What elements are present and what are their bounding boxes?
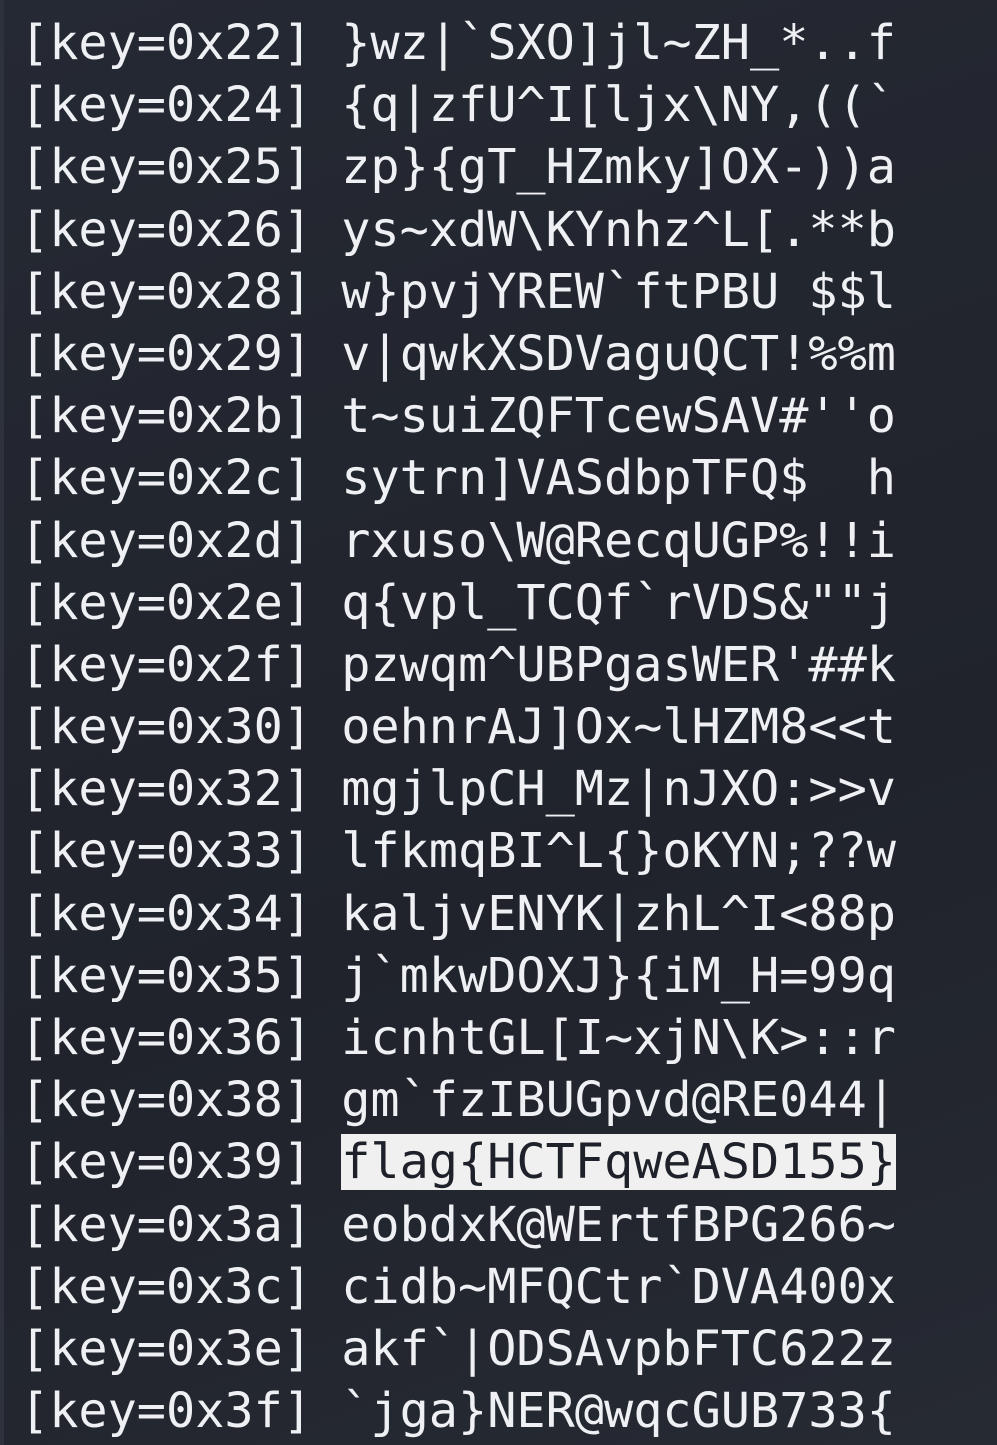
output-line: [key=0x22] }wz|`SXO]jl~ZH_*..f bbox=[20, 12, 896, 74]
decoded-value: eobdxK@WErtfBPG266~ bbox=[341, 1196, 896, 1253]
key-label: [key=0x2d] bbox=[20, 512, 312, 569]
key-label: [key=0x24] bbox=[20, 77, 312, 134]
key-label: [key=0x33] bbox=[20, 823, 312, 880]
decoded-value: v|qwkXSDVaguQCT!%%m bbox=[341, 325, 896, 382]
output-line: [key=0x28] w}pvjYREW`ftPBU $$l bbox=[20, 261, 896, 323]
key-label: [key=0x2c] bbox=[20, 450, 312, 507]
decoded-value: {q|zfU^I[ljx\NY,((` bbox=[341, 77, 896, 134]
output-line: [key=0x25] zp}{gT_HZmky]OX-))a bbox=[20, 136, 896, 198]
key-label: [key=0x30] bbox=[20, 699, 312, 756]
terminal-output: [key=0x22] }wz|`SXO]jl~ZH_*..f [key=0x24]… bbox=[20, 12, 896, 1442]
output-line: [key=0x3c] cidb~MFQCtr`DVA400x bbox=[20, 1256, 896, 1318]
decoded-value: kaljvENYK|zhL^I<88p bbox=[341, 885, 896, 942]
output-line: [key=0x29] v|qwkXSDVaguQCT!%%m bbox=[20, 323, 896, 385]
key-label: [key=0x2f] bbox=[20, 636, 312, 693]
decoded-value: j`mkwDOXJ}{iM_H=99q bbox=[341, 947, 896, 1004]
key-label: [key=0x22] bbox=[20, 15, 312, 71]
key-label: [key=0x28] bbox=[20, 263, 312, 320]
key-label: [key=0x3f] bbox=[20, 1383, 312, 1440]
key-label: [key=0x32] bbox=[20, 761, 312, 818]
output-line: [key=0x26] ys~xdW\KYnhz^L[.**b bbox=[20, 199, 896, 261]
key-label: [key=0x3c] bbox=[20, 1258, 312, 1315]
key-label: [key=0x34] bbox=[20, 885, 312, 942]
output-line: [key=0x2d] rxuso\W@RecqUGP%!!i bbox=[20, 510, 896, 572]
key-label: [key=0x25] bbox=[20, 139, 312, 196]
decoded-value: }wz|`SXO]jl~ZH_*..f bbox=[341, 15, 896, 71]
key-label: [key=0x26] bbox=[20, 201, 312, 258]
decoded-value: icnhtGL[I~xjN\K>::r bbox=[341, 1010, 896, 1066]
decoded-value: zp}{gT_HZmky]OX-))a bbox=[341, 139, 896, 196]
decoded-value: w}pvjYREW`ftPBU $$l bbox=[341, 263, 896, 320]
output-line: [key=0x35] j`mkwDOXJ}{iM_H=99q bbox=[20, 945, 896, 1007]
decoded-value: lfkmqBI^L{}oKYN;??w bbox=[341, 823, 896, 880]
decoded-value: rxuso\W@RecqUGP%!!i bbox=[341, 512, 896, 569]
key-label: [key=0x3e] bbox=[20, 1320, 312, 1377]
output-line: [key=0x2e] q{vpl_TCQf`rVDS&""j bbox=[20, 572, 896, 634]
decoded-value: t~suiZQFTcewSAV#''o bbox=[341, 388, 896, 445]
output-line: [key=0x30] oehnrAJ]Ox~lHZM8<<t bbox=[20, 696, 896, 758]
decoded-value: ys~xdW\KYnhz^L[.**b bbox=[341, 201, 896, 258]
decoded-value: q{vpl_TCQf`rVDS&""j bbox=[341, 574, 896, 631]
output-line: [key=0x36] icnhtGL[I~xjN\K>::r bbox=[20, 1007, 896, 1069]
key-label: [key=0x29] bbox=[20, 325, 312, 382]
decoded-value: gm`fzIBUGpvd@RE044| bbox=[341, 1072, 896, 1129]
output-line: [key=0x2f] pzwqm^UBPgasWER'##k bbox=[20, 634, 896, 696]
decoded-value: `jga}NER@wqcGUB733{ bbox=[341, 1383, 896, 1440]
key-label: [key=0x3a] bbox=[20, 1196, 312, 1253]
output-line: [key=0x39] flag{HCTFqweASD155} bbox=[20, 1131, 896, 1193]
output-line: [key=0x34] kaljvENYK|zhL^I<88p bbox=[20, 883, 896, 945]
key-label: [key=0x35] bbox=[20, 947, 312, 1004]
output-line: [key=0x32] mgjlpCH_Mz|nJXO:>>v bbox=[20, 758, 896, 820]
output-line: [key=0x3e] akf`|ODSAvpbFTC622z bbox=[20, 1318, 896, 1380]
decoded-value: sytrn]VASdbpTFQ$ h bbox=[341, 450, 896, 507]
decoded-value: pzwqm^UBPgasWER'##k bbox=[341, 636, 896, 693]
key-label: [key=0x36] bbox=[20, 1010, 312, 1066]
output-line: [key=0x2c] sytrn]VASdbpTFQ$ h bbox=[20, 447, 896, 509]
decoded-value: oehnrAJ]Ox~lHZM8<<t bbox=[341, 699, 896, 756]
output-line: [key=0x2b] t~suiZQFTcewSAV#''o bbox=[20, 385, 896, 447]
flag-value-selected: flag{HCTFqweASD155} bbox=[341, 1134, 896, 1191]
output-line: [key=0x3a] eobdxK@WErtfBPG266~ bbox=[20, 1194, 896, 1256]
key-label: [key=0x2e] bbox=[20, 574, 312, 631]
output-line: [key=0x33] lfkmqBI^L{}oKYN;??w bbox=[20, 820, 896, 882]
key-label: [key=0x38] bbox=[20, 1072, 312, 1129]
key-label: [key=0x2b] bbox=[20, 388, 312, 445]
output-line: [key=0x24] {q|zfU^I[ljx\NY,((` bbox=[20, 74, 896, 136]
output-line: [key=0x3f] `jga}NER@wqcGUB733{ bbox=[20, 1380, 896, 1442]
decoded-value: akf`|ODSAvpbFTC622z bbox=[341, 1320, 896, 1377]
decoded-value: mgjlpCH_Mz|nJXO:>>v bbox=[341, 761, 896, 818]
key-label: [key=0x39] bbox=[20, 1134, 312, 1191]
terminal-window[interactable]: [key=0x22] }wz|`SXO]jl~ZH_*..f [key=0x24]… bbox=[0, 0, 997, 1445]
decoded-value: cidb~MFQCtr`DVA400x bbox=[341, 1258, 896, 1315]
output-line: [key=0x38] gm`fzIBUGpvd@RE044| bbox=[20, 1069, 896, 1131]
